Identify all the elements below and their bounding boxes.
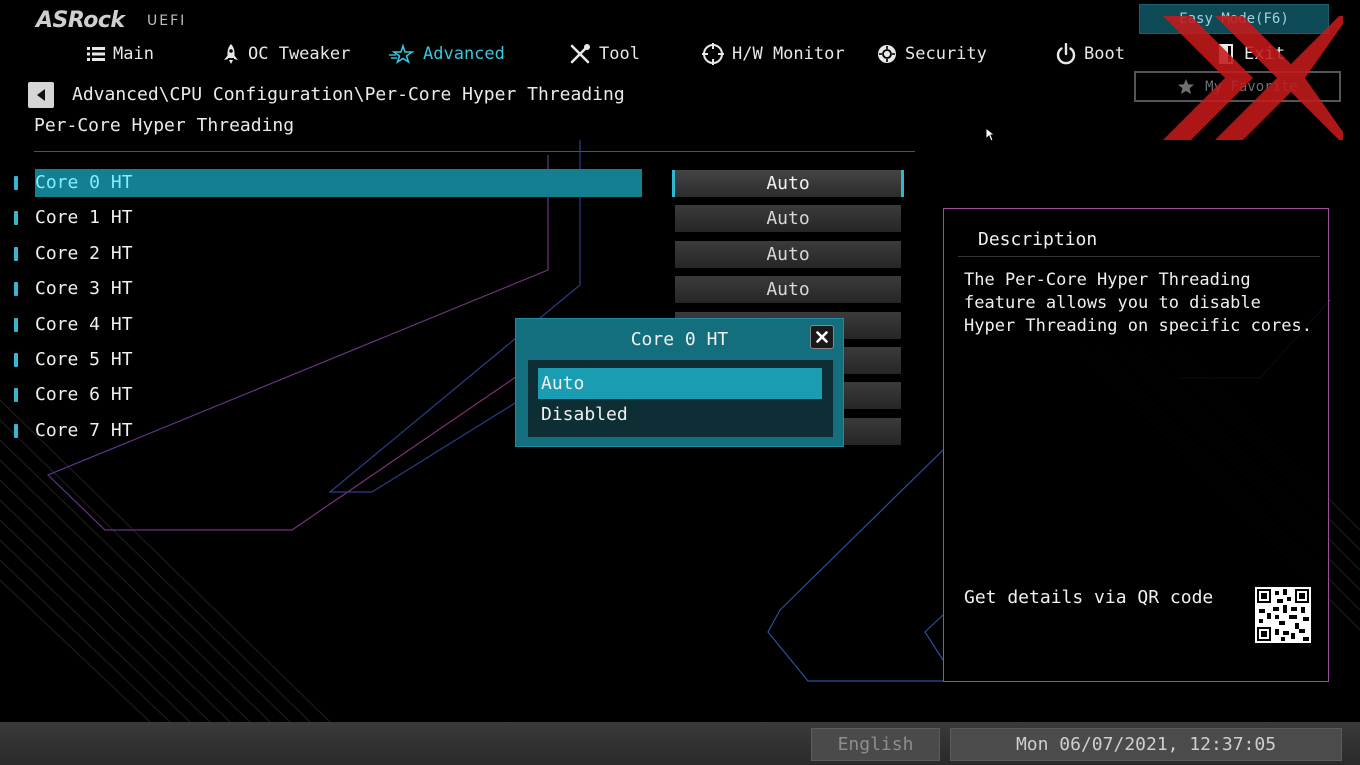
option-label: Core 3 HT: [35, 278, 133, 299]
star-icon: [389, 44, 415, 64]
popup-title: Core 0 HT: [630, 329, 729, 350]
title-divider: [34, 151, 915, 152]
popup-option-list: Auto Disabled: [528, 360, 833, 437]
description-text: The Per-Core Hyper Threading feature all…: [964, 270, 1312, 336]
option-bullet: [14, 318, 18, 332]
power-icon: [1056, 43, 1076, 65]
option-core-3-ht[interactable]: Core 3 HT: [14, 275, 642, 303]
nav-main[interactable]: Main: [87, 42, 154, 66]
option-core-0-ht[interactable]: Core 0 HT: [14, 169, 642, 197]
nav-hw-monitor-label: H/W Monitor: [732, 44, 845, 64]
popup-close-button[interactable]: [810, 325, 834, 349]
easy-mode-button[interactable]: Easy Mode(F6): [1139, 4, 1329, 34]
option-label: Core 2 HT: [35, 243, 133, 264]
core-1-ht-value[interactable]: Auto: [675, 205, 901, 232]
qr-label: Get details via QR code: [964, 587, 1214, 608]
list-icon: [87, 47, 105, 61]
option-bullet: [14, 282, 18, 296]
option-core-1-ht[interactable]: Core 1 HT: [14, 204, 642, 232]
option-bullet: [14, 388, 18, 402]
mouse-cursor-icon: [985, 127, 995, 142]
option-core-2-ht[interactable]: Core 2 HT: [14, 240, 642, 268]
close-icon: [816, 331, 828, 343]
shield-icon: [878, 45, 896, 63]
option-label: Core 1 HT: [35, 207, 133, 228]
description-title: Description: [978, 229, 1098, 250]
brand-logo: ASRock: [36, 8, 125, 33]
crosshair-icon: [702, 43, 724, 65]
option-bullet: [14, 247, 18, 261]
language-button[interactable]: English: [811, 728, 940, 761]
breadcrumb: Advanced\CPU Configuration\Per-Core Hype…: [72, 84, 625, 105]
back-arrow-icon: [37, 89, 45, 101]
nav-tool-label: Tool: [599, 44, 640, 64]
back-button[interactable]: [28, 82, 54, 108]
nav-boot-label: Boot: [1084, 44, 1125, 64]
qr-code-icon: [1255, 587, 1311, 643]
popup-option-auto[interactable]: Auto: [538, 368, 822, 399]
option-bullet: [14, 211, 18, 225]
nav-advanced-label: Advanced: [423, 44, 505, 64]
nav-security[interactable]: Security: [877, 42, 987, 66]
page-title: Per-Core Hyper Threading: [34, 115, 295, 136]
tools-icon: [570, 44, 590, 64]
option-bullet: [14, 424, 18, 438]
datetime-display: Mon 06/07/2021, 12:37:05: [950, 728, 1342, 761]
option-bullet: [14, 353, 18, 367]
rocket-icon: [224, 44, 238, 64]
nav-oc-tweaker[interactable]: OC Tweaker: [222, 42, 350, 66]
my-favorite-label: My Favorite: [1205, 78, 1298, 95]
core-3-ht-value[interactable]: Auto: [675, 276, 901, 303]
description-panel: Description The Per-Core Hyper Threading…: [943, 208, 1329, 682]
nav-hw-monitor[interactable]: H/W Monitor: [702, 42, 845, 66]
option-label: Core 0 HT: [35, 169, 642, 197]
nav-security-label: Security: [905, 44, 987, 64]
nav-main-label: Main: [113, 44, 154, 64]
nav-tool[interactable]: Tool: [569, 42, 640, 66]
description-divider: [958, 256, 1320, 257]
popup-option-disabled[interactable]: Disabled: [538, 399, 822, 430]
core-0-ht-popup: Core 0 HT Auto Disabled: [515, 318, 844, 447]
core-2-ht-value[interactable]: Auto: [675, 241, 901, 268]
core-0-ht-value[interactable]: Auto: [672, 170, 904, 197]
my-favorite-button[interactable]: My Favorite: [1134, 71, 1341, 102]
nav-exit-label: Exit: [1244, 44, 1285, 64]
option-bullet: [14, 176, 18, 190]
exit-icon: [1219, 44, 1233, 64]
nav-boot[interactable]: Boot: [1056, 42, 1125, 66]
star-icon: [1178, 79, 1195, 94]
nav-oc-tweaker-label: OC Tweaker: [248, 44, 351, 64]
nav-advanced[interactable]: Advanced: [389, 42, 505, 66]
brand-uefi-label: UEFI: [147, 13, 187, 29]
nav-exit[interactable]: Exit: [1218, 42, 1285, 66]
